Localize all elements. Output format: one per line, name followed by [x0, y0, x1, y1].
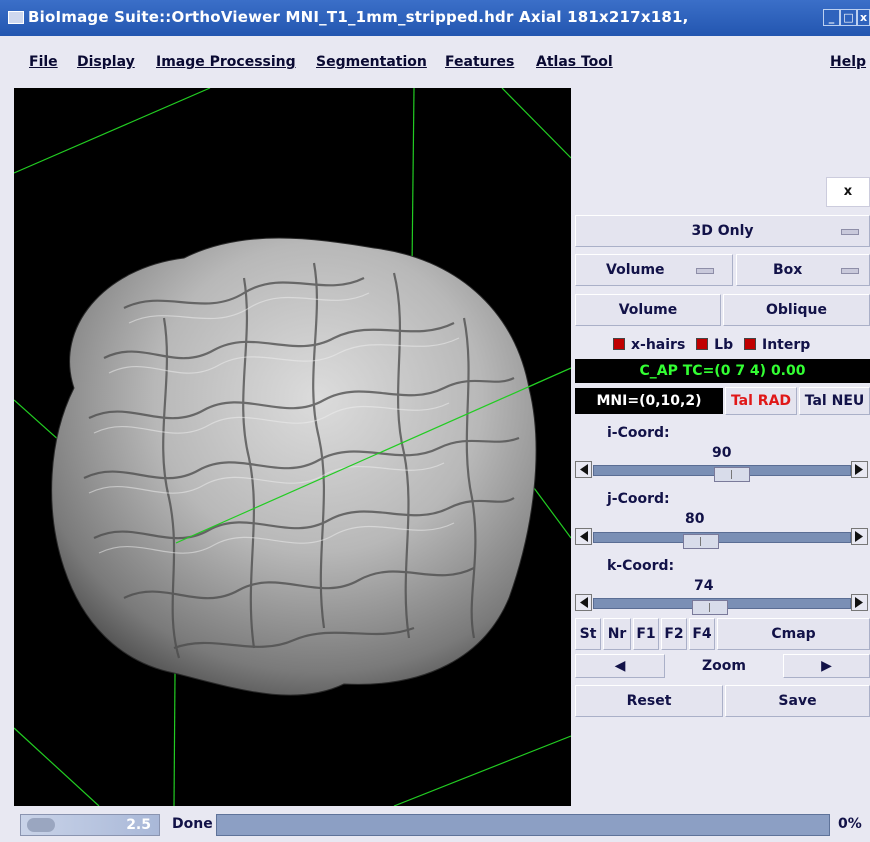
i-coord-value: 90 [712, 445, 732, 461]
slider-right-arrow-icon[interactable] [851, 461, 868, 478]
dropdown-indicator-icon [696, 268, 714, 274]
f1-button[interactable]: F1 [633, 618, 659, 650]
slider-trough[interactable] [593, 598, 851, 615]
slider-left-arrow-icon[interactable] [575, 461, 592, 478]
f2-button[interactable]: F2 [661, 618, 687, 650]
oblique-button[interactable]: Oblique [723, 294, 870, 326]
box-select-label: Box [773, 262, 803, 278]
menu-display[interactable]: Display [77, 54, 135, 70]
maximize-button[interactable]: □ [840, 9, 857, 26]
j-coord-slider[interactable] [575, 528, 870, 549]
reset-button[interactable]: Reset [575, 685, 723, 717]
menu-segmentation[interactable]: Segmentation [316, 54, 427, 70]
brain-thumbnail-icon [27, 818, 55, 832]
i-coord-label: i-Coord: [607, 425, 670, 441]
slider-thumb[interactable] [714, 467, 750, 482]
slider-thumb[interactable] [683, 534, 719, 549]
brain-surface [51, 237, 537, 696]
title-bar: BioImage Suite::OrthoViewer MNI_T1_1mm_s… [0, 0, 870, 36]
view-mode-select[interactable]: 3D Only [575, 215, 870, 247]
toggle-row: x-hairs Lb Interp [607, 337, 810, 353]
menu-image-processing[interactable]: Image Processing [156, 54, 296, 70]
save-button[interactable]: Save [725, 685, 870, 717]
menu-file[interactable]: File [29, 54, 58, 70]
control-panel: x 3D Only Volume Box Volume Oblique x-ha… [571, 88, 870, 806]
zoom-label: Zoom [702, 658, 746, 674]
slider-right-arrow-icon[interactable] [851, 528, 868, 545]
status-bar: 2.5 Done 0% [0, 806, 870, 842]
volume-select[interactable]: Volume [575, 254, 733, 286]
dropdown-indicator-icon [841, 268, 859, 274]
cmap-button[interactable]: Cmap [717, 618, 870, 650]
box-select[interactable]: Box [736, 254, 870, 286]
mni-display: MNI=(0,10,2) [575, 388, 723, 414]
volume-button[interactable]: Volume [575, 294, 721, 326]
xhairs-toggle[interactable]: x-hairs [607, 337, 685, 353]
zoom-out-button[interactable]: ◀ [575, 654, 665, 678]
view-mode-label: 3D Only [691, 223, 754, 239]
zoom-in-button[interactable]: ▶ [783, 654, 870, 678]
progress-percent: 0% [838, 816, 862, 832]
tal-rad-button[interactable]: Tal RAD [725, 387, 797, 415]
j-coord-value: 80 [685, 511, 705, 527]
checkbox-checked-icon [613, 338, 625, 350]
slider-left-arrow-icon[interactable] [575, 528, 592, 545]
slider-left-arrow-icon[interactable] [575, 594, 592, 611]
progress-bar [216, 814, 830, 836]
checkbox-checked-icon [696, 338, 709, 350]
st-button[interactable]: St [575, 618, 601, 650]
close-window-button[interactable]: x [857, 9, 870, 26]
zoom-gauge: 2.5 [20, 814, 160, 836]
slider-right-arrow-icon[interactable] [851, 594, 868, 611]
xhairs-label: x-hairs [631, 337, 686, 353]
f4-button[interactable]: F4 [689, 618, 715, 650]
menu-help[interactable]: Help [830, 54, 866, 70]
j-coord-label: j-Coord: [607, 491, 670, 507]
brain-render [14, 88, 571, 806]
panel-close-button[interactable]: x [826, 177, 870, 207]
menu-features[interactable]: Features [445, 54, 514, 70]
lb-label: Lb [714, 337, 734, 353]
interp-label: Interp [762, 337, 811, 353]
menu-bar: File Display Image Processing Segmentati… [0, 36, 870, 88]
status-message: Done [172, 816, 213, 832]
lb-toggle[interactable]: Lb [690, 337, 733, 353]
k-coord-value: 74 [694, 578, 714, 594]
window-menu-icon[interactable] [8, 11, 24, 24]
i-coord-slider[interactable] [575, 461, 870, 482]
minimize-button[interactable]: _ [823, 9, 840, 26]
zoom-gauge-value: 2.5 [126, 817, 151, 833]
interp-toggle[interactable]: Interp [738, 337, 810, 353]
window-title: BioImage Suite::OrthoViewer MNI_T1_1mm_s… [28, 8, 689, 26]
tal-neu-button[interactable]: Tal NEU [799, 387, 870, 415]
slider-thumb[interactable] [692, 600, 728, 615]
slider-trough[interactable] [593, 532, 851, 549]
3d-viewport[interactable] [14, 88, 571, 806]
nr-button[interactable]: Nr [603, 618, 631, 650]
coordinate-display: C_AP TC=(0 7 4) 0.00 [575, 359, 870, 383]
k-coord-slider[interactable] [575, 594, 870, 615]
menu-atlas-tool[interactable]: Atlas Tool [536, 54, 613, 70]
checkbox-checked-icon [744, 338, 756, 350]
k-coord-label: k-Coord: [607, 558, 675, 574]
slider-trough[interactable] [593, 465, 851, 482]
volume-select-label: Volume [606, 262, 665, 278]
dropdown-indicator-icon [841, 229, 859, 235]
